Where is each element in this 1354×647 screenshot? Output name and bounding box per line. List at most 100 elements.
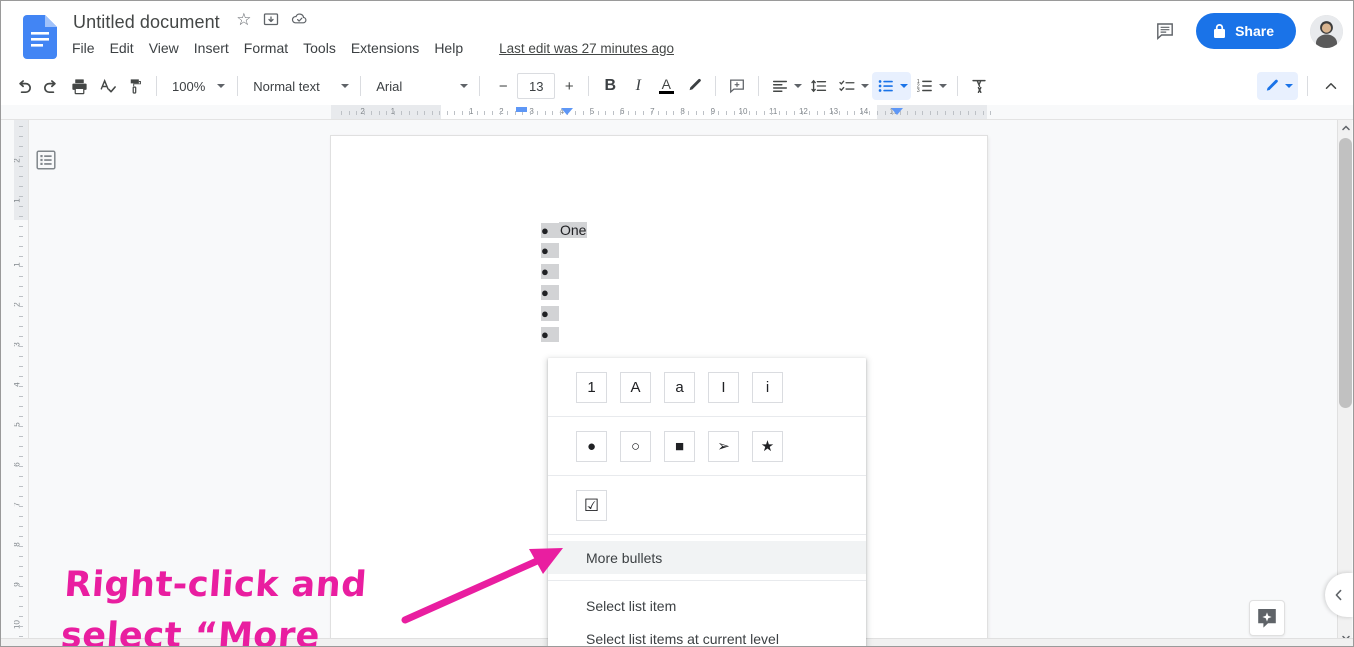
- toolbar-divider: [156, 76, 157, 96]
- bullet-checkbox[interactable]: ☑: [576, 490, 607, 521]
- highlight-pen-icon[interactable]: [680, 72, 708, 100]
- add-comment-icon[interactable]: [723, 72, 751, 100]
- ruler-minor-tick: [885, 111, 886, 115]
- ruler-minor-tick: [613, 111, 614, 115]
- bullet-filled-square[interactable]: ■: [664, 431, 695, 462]
- italic-button[interactable]: I: [624, 72, 652, 100]
- ruler-minor-tick: [832, 111, 833, 115]
- underline-button[interactable]: A: [652, 72, 680, 100]
- docs-file-icon[interactable]: [23, 15, 57, 59]
- menu-extensions[interactable]: Extensions: [344, 38, 427, 58]
- ruler-minor-tick: [718, 111, 719, 115]
- clear-formatting-icon[interactable]: [965, 72, 993, 100]
- document-list-item[interactable]: ●: [541, 264, 559, 279]
- vertical-scrollbar[interactable]: [1337, 120, 1352, 646]
- vertical-ruler[interactable]: 2112345678910: [14, 120, 29, 646]
- document-title[interactable]: Untitled document: [71, 11, 222, 34]
- vruler-minor-tick: [19, 536, 23, 537]
- scrollbar-thumb[interactable]: [1339, 138, 1352, 408]
- list-bullet-marker: ●: [541, 264, 559, 279]
- font-size-input[interactable]: 13: [517, 73, 556, 99]
- right-indent-marker[interactable]: [891, 108, 903, 115]
- menu-file[interactable]: File: [71, 38, 103, 58]
- bullet-filled-circle[interactable]: ●: [576, 431, 607, 462]
- last-edit-link[interactable]: Last edit was 27 minutes ago: [499, 41, 674, 56]
- explore-sparkle-icon[interactable]: [1249, 600, 1285, 636]
- ruler-minor-tick: [839, 111, 840, 115]
- document-list-item[interactable]: ●: [541, 327, 559, 342]
- vruler-minor-tick: [19, 336, 23, 337]
- paragraph-style-selector[interactable]: Normal text: [245, 73, 353, 99]
- vruler-minor-tick: [19, 356, 23, 357]
- star-icon[interactable]: ☆: [236, 11, 251, 31]
- edit-pencil-icon: [1263, 78, 1280, 95]
- zoom-selector[interactable]: 100%: [164, 73, 230, 99]
- menu-item-select-list-item[interactable]: Select list item: [548, 589, 866, 622]
- ruler-minor-tick: [371, 111, 372, 115]
- numbered-upper-alpha[interactable]: A: [620, 372, 651, 403]
- vruler-minor-tick: [19, 226, 23, 227]
- menu-insert[interactable]: Insert: [187, 38, 237, 58]
- ruler-minor-tick: [922, 111, 923, 115]
- zoom-value: 100%: [172, 78, 206, 94]
- bullet-hollow-circle[interactable]: ○: [620, 431, 651, 462]
- ruler-minor-tick: [703, 111, 704, 115]
- vruler-minor-tick: [19, 346, 23, 347]
- bullet-arrow[interactable]: ➢: [708, 431, 739, 462]
- bulleted-list-icon[interactable]: [872, 72, 912, 100]
- ruler-minor-tick: [975, 111, 976, 115]
- numbered-lower-alpha[interactable]: a: [664, 372, 695, 403]
- menu-help[interactable]: Help: [427, 38, 471, 58]
- ruler-minor-tick: [824, 111, 825, 115]
- numbered-decimal[interactable]: 1: [576, 372, 607, 403]
- numbered-upper-roman[interactable]: I: [708, 372, 739, 403]
- editing-mode-button[interactable]: [1257, 72, 1298, 100]
- document-list-item[interactable]: ●: [541, 306, 559, 321]
- chevron-down-icon: [861, 84, 870, 88]
- align-left-icon[interactable]: [766, 72, 805, 100]
- comment-history-icon[interactable]: [1148, 14, 1182, 48]
- share-button[interactable]: Share: [1196, 13, 1296, 49]
- menu-view[interactable]: View: [142, 38, 187, 58]
- user-avatar[interactable]: [1310, 14, 1343, 48]
- menu-item-select-list-items-at-current-level[interactable]: Select list items at current level: [548, 622, 866, 647]
- ruler-minor-tick: [726, 111, 727, 115]
- bullet-star[interactable]: ★: [752, 431, 783, 462]
- spellcheck-icon[interactable]: [93, 72, 121, 100]
- increase-font-size-button[interactable]: +: [557, 74, 581, 98]
- document-list-item[interactable]: ●: [541, 285, 559, 300]
- decrease-font-size-button[interactable]: −: [491, 74, 515, 98]
- paint-format-icon[interactable]: [121, 72, 149, 100]
- numbered-list-icon[interactable]: 1 2 3: [911, 72, 950, 100]
- numbered-lower-roman[interactable]: i: [752, 372, 783, 403]
- ruler-minor-tick: [424, 111, 425, 115]
- ruler-minor-tick: [530, 111, 531, 115]
- ruler-minor-tick: [749, 111, 750, 115]
- document-list-item[interactable]: ● One: [541, 222, 588, 238]
- ruler-minor-tick: [492, 111, 493, 115]
- document-list-item[interactable]: ●: [541, 243, 559, 258]
- menu-edit[interactable]: Edit: [103, 38, 142, 58]
- horizontal-ruler[interactable]: 2 1 1 2 3 4 5 6 7 8 9 10 11 12 13 14 15: [1, 105, 1353, 120]
- line-spacing-icon[interactable]: [805, 72, 833, 100]
- ruler-minor-tick: [364, 111, 365, 115]
- font-family-selector[interactable]: Arial: [368, 73, 472, 99]
- print-icon[interactable]: [65, 72, 93, 100]
- left-indent-marker[interactable]: [561, 108, 573, 115]
- undo-icon[interactable]: [9, 72, 37, 100]
- bold-button[interactable]: B: [596, 72, 624, 100]
- ruler-minor-tick: [349, 111, 350, 115]
- checklist-icon[interactable]: [833, 72, 872, 100]
- menu-format[interactable]: Format: [237, 38, 296, 58]
- ruler-minor-tick: [854, 111, 855, 115]
- move-to-folder-icon[interactable]: [263, 11, 279, 31]
- document-outline-icon[interactable]: [33, 147, 59, 173]
- menu-item-more-bullets[interactable]: More bullets: [548, 541, 866, 574]
- vruler-minor-tick: [19, 506, 23, 507]
- cloud-saved-icon[interactable]: [291, 11, 308, 31]
- scroll-up-chevron-up-icon[interactable]: [1338, 120, 1353, 136]
- collapse-toolbar-chevron-up-icon[interactable]: [1317, 72, 1345, 100]
- redo-icon[interactable]: [37, 72, 65, 100]
- menu-tools[interactable]: Tools: [296, 38, 344, 58]
- first-line-indent-marker[interactable]: [516, 107, 527, 112]
